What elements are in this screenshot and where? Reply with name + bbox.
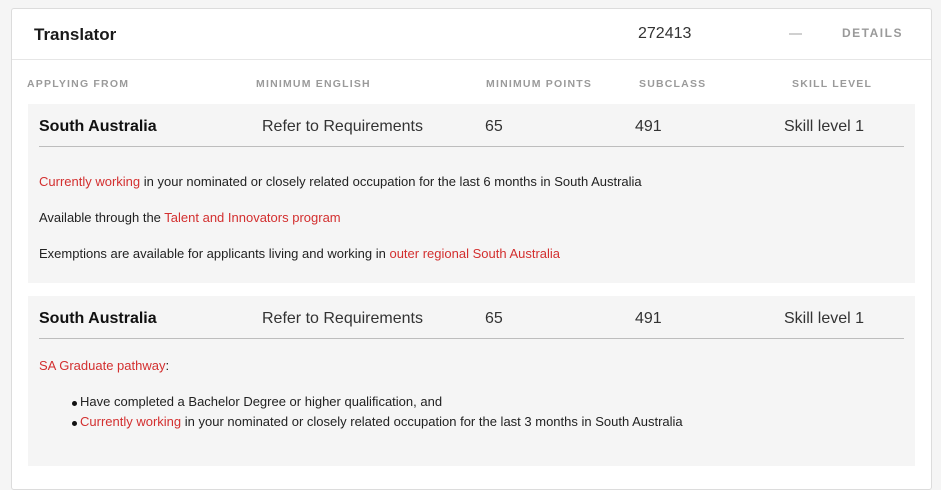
note-text: Exemptions are available for applicants … [39,246,390,261]
bullet-icon [72,421,77,426]
bullet-item: Have completed a Bachelor Degree or high… [80,394,442,409]
occupation-card: Translator 272413 DETAILS APPLYING FROM … [11,8,932,490]
requirement-note: Available through the Talent and Innovat… [39,210,341,225]
applying-from-cell: South Australia [39,310,157,327]
card-header: Translator 272413 DETAILS [12,9,931,60]
bullet-item: Currently working in your nominated or c… [80,414,683,429]
pathway-heading: SA Graduate pathway: [39,358,169,373]
talent-innovators-link[interactable]: Talent and Innovators program [164,210,340,225]
applying-from-cell: South Australia [39,118,157,135]
note-text: in your nominated or closely related occ… [140,174,642,189]
requirement-note: Currently working in your nominated or c… [39,174,642,189]
column-header-subclass: SUBCLASS [639,78,707,90]
column-header-minimum-points: MINIMUM POINTS [486,78,593,90]
details-button[interactable]: DETAILS [842,26,903,40]
column-header-minimum-english: MINIMUM ENGLISH [256,78,371,90]
outer-regional-link[interactable]: outer regional South Australia [389,246,560,261]
bullet-text: Have completed a Bachelor Degree or high… [80,394,443,409]
minimum-points-cell: 65 [485,310,503,327]
minimum-points-cell: 65 [485,118,503,135]
skill-level-cell: Skill level 1 [784,310,865,327]
column-header-applying-from: APPLYING FROM [27,78,130,90]
minimum-english-cell: Refer to Requirements [262,310,423,327]
row-divider [39,146,904,147]
currently-working-link[interactable]: Currently working [80,414,181,429]
pathway-colon: : [165,358,170,373]
bullet-icon [72,401,77,406]
sa-graduate-pathway-link[interactable]: SA Graduate pathway [39,358,165,373]
row-divider [39,338,904,339]
column-header-skill-level: SKILL LEVEL [792,78,873,90]
occupation-code: 272413 [638,25,692,42]
skill-level-cell: Skill level 1 [784,118,865,135]
collapse-icon[interactable] [789,33,802,35]
table-row: South Australia Refer to Requirements 65… [28,104,915,283]
currently-working-link[interactable]: Currently working [39,174,140,189]
subclass-cell: 491 [635,310,662,327]
table-row: South Australia Refer to Requirements 65… [28,296,915,466]
bullet-text: in your nominated or closely related occ… [181,414,683,429]
requirement-note: Exemptions are available for applicants … [39,246,560,261]
note-text: Available through the [39,210,165,225]
subclass-cell: 491 [635,118,662,135]
minimum-english-cell: Refer to Requirements [262,118,423,135]
occupation-title: Translator [34,25,117,44]
